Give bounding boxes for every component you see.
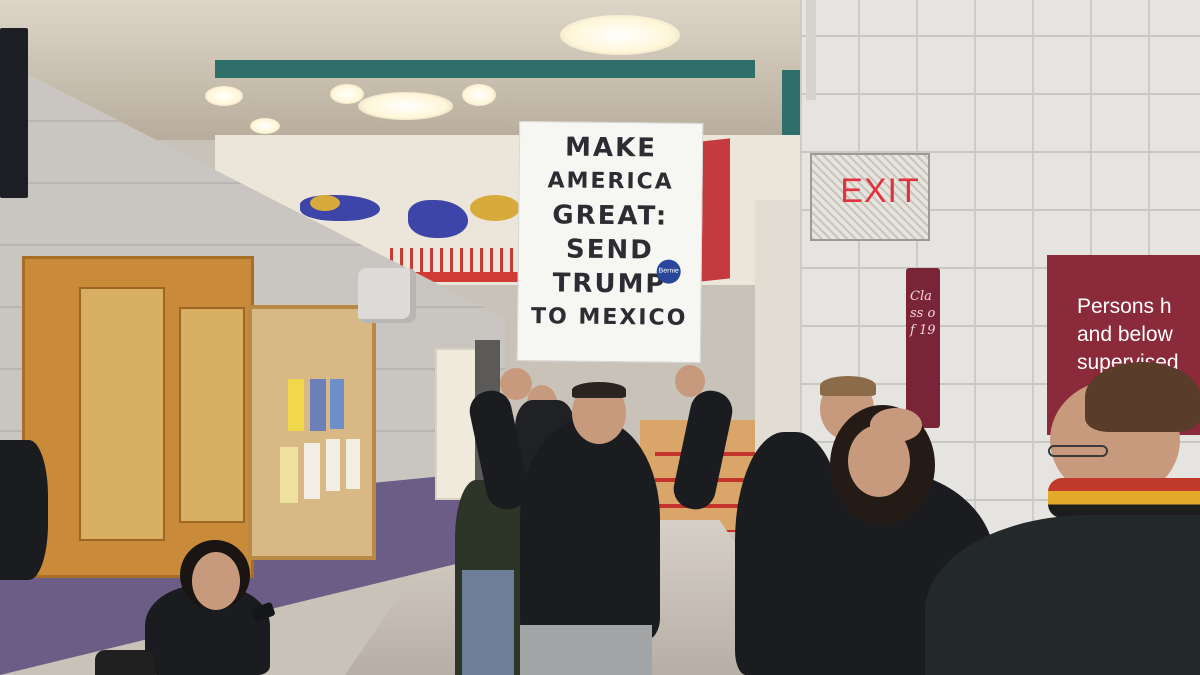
glasses-icon [1048, 445, 1108, 457]
bystander-hair [820, 376, 876, 396]
wall-pipe [806, 0, 816, 100]
flyer [280, 447, 298, 503]
sign-line: TO MEXICO [530, 304, 688, 331]
red-banner [700, 138, 730, 282]
flyer [346, 439, 360, 489]
sign-line: GREAT: [552, 200, 669, 232]
striped-scarf [1048, 478, 1200, 518]
trophy-cabinet [22, 256, 254, 578]
bulletin-board [248, 305, 376, 560]
flyer [304, 443, 320, 499]
edge-person [0, 440, 48, 580]
photo-scene: EXIT Class of 19 Persons h and below sup… [0, 0, 1200, 675]
protester-hand-right [675, 365, 705, 397]
ceiling-light [205, 86, 243, 106]
flyer [330, 379, 344, 429]
protester-body [520, 420, 660, 640]
tv-screen [0, 28, 28, 198]
woman-hand [870, 408, 922, 442]
cabinet-glass [79, 287, 165, 541]
ceiling-light [560, 15, 680, 55]
protester-hand-left [500, 368, 532, 400]
protest-sign-text: MAKE AMERICA GREAT: SEND TRUMP TO MEXICO [526, 130, 694, 336]
seated-woman-face [192, 552, 240, 610]
exit-sign-text: EXIT [840, 172, 920, 210]
flyer [288, 379, 304, 431]
ceiling-light [250, 118, 280, 134]
mural-figure [470, 195, 520, 221]
protester-pants [520, 625, 652, 675]
flyer [310, 379, 326, 431]
sign-line: MAKE [564, 132, 658, 164]
maroon-banner: Class of 19 [906, 268, 940, 428]
bernie-sticker: Bernie [656, 259, 681, 284]
ceiling-light [462, 84, 496, 106]
man-hair [1085, 362, 1200, 432]
mural-figure [310, 195, 340, 211]
background-person-legs [462, 570, 514, 675]
banner-text: Class of 19 [910, 289, 936, 338]
wall-speaker [358, 268, 416, 323]
cabinet-glass [179, 307, 245, 523]
protest-sign: MAKE AMERICA GREAT: SEND TRUMP TO MEXICO… [516, 121, 704, 363]
flyer [326, 439, 340, 491]
ceiling-light [330, 84, 364, 104]
teal-duct [215, 60, 755, 78]
mural-figure [408, 200, 468, 238]
sign-line: AMERICA [547, 168, 674, 195]
chair [95, 650, 155, 675]
protester-hair [572, 382, 626, 398]
ceiling-light [358, 92, 453, 120]
